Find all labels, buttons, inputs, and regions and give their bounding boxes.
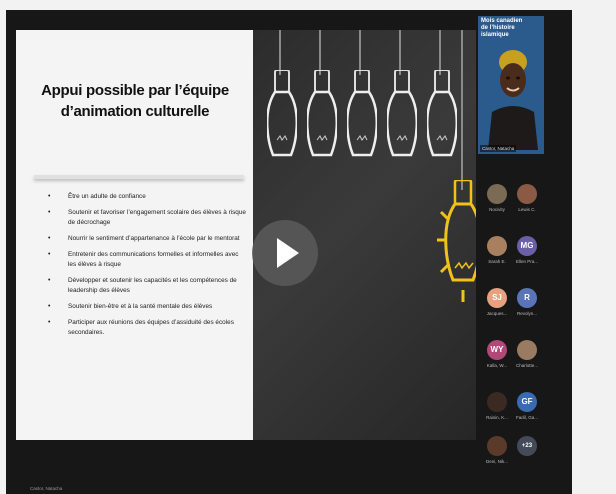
participant-name: Raisin, K... bbox=[486, 415, 508, 420]
lightbulb-icon bbox=[347, 30, 377, 165]
avatar: GF bbox=[517, 392, 537, 412]
glowing-lightbulb-icon bbox=[433, 30, 476, 330]
slide-title-line-2: d’animation culturelle bbox=[60, 103, 210, 120]
bullet-list: Être un adulte de confiance Soutenir et … bbox=[46, 192, 246, 344]
participant-name: Deni, Nik... bbox=[485, 459, 508, 464]
participant-name: Kalla, W... bbox=[486, 363, 508, 368]
avatar bbox=[487, 436, 507, 456]
slide-title: Appui possible par l’équipe d’animation … bbox=[30, 80, 240, 122]
lightbulb-icon bbox=[387, 30, 417, 165]
avatar bbox=[487, 184, 507, 204]
presentation-slide: Appui possible par l’équipe d’animation … bbox=[16, 30, 253, 440]
play-button[interactable] bbox=[252, 220, 318, 286]
bullet-item: Participer aux réunions des équipes d’as… bbox=[46, 318, 246, 338]
participant-name: Ellen Pra... bbox=[515, 259, 538, 264]
slide-divider bbox=[34, 175, 244, 179]
more-count: +23 bbox=[517, 436, 537, 456]
participant-tile[interactable]: Nocivity bbox=[482, 184, 512, 222]
avatar: WY bbox=[487, 340, 507, 360]
lightbulb-icon bbox=[307, 30, 337, 165]
more-participants-button[interactable]: +23 bbox=[512, 436, 542, 474]
participant-tile[interactable]: Lewis C. bbox=[512, 184, 542, 222]
participant-tile[interactable]: R Revolyn... bbox=[512, 288, 542, 326]
bullet-item: Développer et soutenir les capacités et … bbox=[46, 276, 246, 296]
bullet-item: Soutenir et favoriser l’engagement scola… bbox=[46, 208, 246, 228]
lightbulb-icon bbox=[267, 30, 297, 165]
camera-banner-line-1: Mois canadien bbox=[481, 18, 523, 24]
camera-banner: Mois canadien de l’histoire islamique bbox=[481, 18, 543, 39]
avatar bbox=[487, 236, 507, 256]
participant-tile[interactable]: Raisin, K... bbox=[482, 392, 512, 430]
active-speaker-label: Castor, Natacha bbox=[30, 486, 63, 491]
participant-name: Sarah E. bbox=[488, 259, 506, 264]
participant-tile[interactable]: WY Kalla, W... bbox=[482, 340, 512, 378]
speaker-name: Castor, Natacha bbox=[480, 145, 517, 152]
participant-tile[interactable]: Charlotte... bbox=[512, 340, 542, 378]
speaker-video[interactable]: Mois canadien de l’histoire islamique Ca… bbox=[478, 16, 544, 154]
avatar: SJ bbox=[487, 288, 507, 308]
camera-banner-line-2: de l’histoire islamique bbox=[481, 25, 515, 38]
avatar bbox=[487, 392, 507, 412]
bullet-item: Être un adulte de confiance bbox=[46, 192, 246, 202]
avatar bbox=[517, 340, 537, 360]
participant-name: Nocivity bbox=[489, 207, 505, 212]
shared-screen: Appui possible par l’équipe d’animation … bbox=[16, 30, 476, 440]
participant-tile[interactable]: GF Fadil, Ga... bbox=[512, 392, 542, 430]
participant-name: Fadil, Ga... bbox=[515, 415, 538, 420]
bullet-item: Soutenir bien-être et à la santé mentale… bbox=[46, 302, 246, 312]
participant-name: Jacques... bbox=[486, 311, 508, 316]
avatar: MG bbox=[517, 236, 537, 256]
participant-name: Charlotte... bbox=[515, 363, 538, 368]
participant-name: Revolyn... bbox=[516, 311, 537, 316]
speaker-avatar bbox=[488, 50, 538, 150]
slide-title-line-1: Appui possible par l’équipe bbox=[41, 82, 229, 99]
bullet-item: Entretenir des communications formelles … bbox=[46, 250, 246, 270]
avatar bbox=[517, 184, 537, 204]
participant-name: Lewis C. bbox=[518, 207, 536, 212]
participant-tile[interactable]: SJ Jacques... bbox=[482, 288, 512, 326]
avatar: R bbox=[517, 288, 537, 308]
participant-tile[interactable]: Sarah E. bbox=[482, 236, 512, 274]
participant-tile[interactable]: Deni, Nik... bbox=[482, 436, 512, 474]
participant-tile[interactable]: MG Ellen Pra... bbox=[512, 236, 542, 274]
bullet-item: Nourrir le sentiment d’appartenance à l’… bbox=[46, 234, 246, 244]
